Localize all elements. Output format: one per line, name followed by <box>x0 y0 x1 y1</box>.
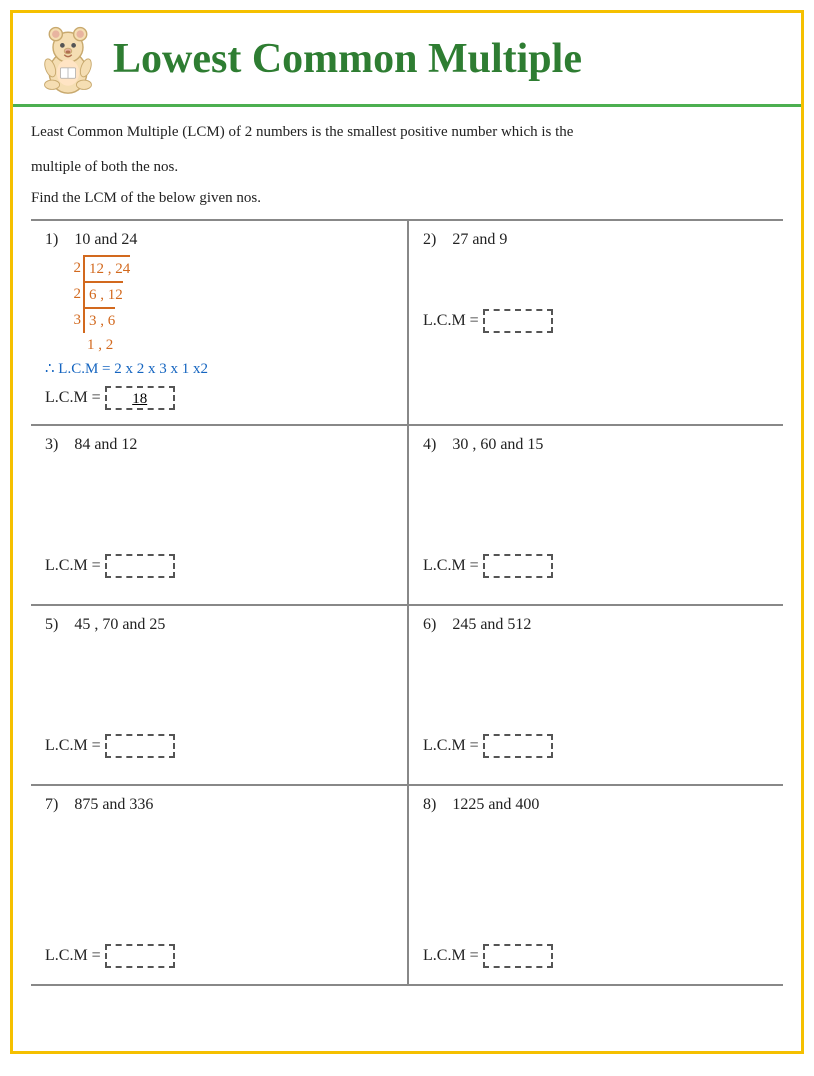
answer-box-3[interactable] <box>105 554 175 578</box>
problem-1-cell: 1) 10 and 24 2 12 , 24 2 6 , 12 3 <box>31 221 407 426</box>
problem-8-question: 1225 and 400 <box>452 796 539 813</box>
problem-2-answer-row: L.C.M = <box>423 309 769 333</box>
page-header: Lowest Common Multiple <box>13 13 801 107</box>
answer-box-4[interactable] <box>483 554 553 578</box>
answer-box-1[interactable]: 18 <box>105 386 175 410</box>
division-row-3: 3 3 , 6 <box>65 307 393 333</box>
problem-8-answer-row: L.C.M = <box>423 944 769 968</box>
lcm-label-7: L.C.M = <box>45 947 101 965</box>
answer-box-6[interactable] <box>483 734 553 758</box>
intro-line1: Least Common Multiple (LCM) of 2 numbers… <box>31 121 783 144</box>
lcm-label-6: L.C.M = <box>423 737 479 755</box>
page-title: Lowest Common Multiple <box>113 35 582 83</box>
problem-4-question: 30 , 60 and 15 <box>452 436 543 453</box>
division-row-4: 1 , 2 <box>65 333 393 357</box>
page-container: Lowest Common Multiple Least Common Mult… <box>10 10 804 1054</box>
problem-7-number: 7) <box>45 796 58 813</box>
lcm-label-8: L.C.M = <box>423 947 479 965</box>
problem-6-cell: 6) 245 and 512 L.C.M = <box>407 606 783 786</box>
page-content: Least Common Multiple (LCM) of 2 numbers… <box>13 107 801 1000</box>
problem-4-number: 4) <box>423 436 436 453</box>
answer-box-2[interactable] <box>483 309 553 333</box>
problem-2-cell: 2) 27 and 9 L.C.M = <box>407 221 783 426</box>
problem-5-label: 5) 45 , 70 and 25 <box>45 616 393 634</box>
problem-7-label: 7) 875 and 336 <box>45 796 393 814</box>
problem-3-number: 3) <box>45 436 58 453</box>
answer-box-8[interactable] <box>483 944 553 968</box>
problem-7-answer-row: L.C.M = <box>45 944 393 968</box>
lcm-label-3: L.C.M = <box>45 557 101 575</box>
division-row-2: 2 6 , 12 <box>65 281 393 307</box>
problem-2-question: 27 and 9 <box>452 231 507 248</box>
find-instruction: Find the LCM of the below given nos. <box>31 190 783 207</box>
answer-box-7[interactable] <box>105 944 175 968</box>
lcm-label-1: L.C.M = <box>45 389 101 407</box>
problem-3-answer-row: L.C.M = <box>45 554 393 578</box>
problem-5-cell: 5) 45 , 70 and 25 L.C.M = <box>31 606 407 786</box>
lcm-label-4: L.C.M = <box>423 557 479 575</box>
problem-6-label: 6) 245 and 512 <box>423 616 769 634</box>
lcm-label-2: L.C.M = <box>423 312 479 330</box>
problem-4-answer-row: L.C.M = <box>423 554 769 578</box>
problem-5-answer-row: L.C.M = <box>45 734 393 758</box>
problem-6-number: 6) <box>423 616 436 633</box>
problem-3-label: 3) 84 and 12 <box>45 436 393 454</box>
division-steps: 2 12 , 24 2 6 , 12 3 3 , 6 1 , 2 <box>65 255 393 357</box>
problem-2-number: 2) <box>423 231 436 248</box>
problems-grid: 1) 10 and 24 2 12 , 24 2 6 , 12 3 <box>31 219 783 986</box>
answer-box-5[interactable] <box>105 734 175 758</box>
problem-3-question: 84 and 12 <box>74 436 137 453</box>
problem-8-cell: 8) 1225 and 400 L.C.M = <box>407 786 783 986</box>
division-row-1: 2 12 , 24 <box>65 255 393 281</box>
problem-6-answer-row: L.C.M = <box>423 734 769 758</box>
lcm-formula: ∴ L.C.M = 2 x 2 x 3 x 1 x2 <box>45 359 393 378</box>
problem-7-question: 875 and 336 <box>74 796 153 813</box>
problem-5-number: 5) <box>45 616 58 633</box>
problem-3-cell: 3) 84 and 12 L.C.M = <box>31 426 407 606</box>
problem-4-cell: 4) 30 , 60 and 15 L.C.M = <box>407 426 783 606</box>
problem-4-label: 4) 30 , 60 and 15 <box>423 436 769 454</box>
problem-5-question: 45 , 70 and 25 <box>74 616 165 633</box>
problem-8-label: 8) 1225 and 400 <box>423 796 769 814</box>
problem-1-number: 1) <box>45 231 58 248</box>
problem-1-answer-row: L.C.M = 18 <box>45 386 393 410</box>
problem-1-label: 1) 10 and 24 <box>45 231 393 249</box>
problem-1-question: 10 and 24 <box>74 231 137 248</box>
problem-8-number: 8) <box>423 796 436 813</box>
intro-line2: multiple of both the nos. <box>31 156 783 179</box>
bear-icon <box>33 21 103 96</box>
problem-2-label: 2) 27 and 9 <box>423 231 769 249</box>
problem-7-cell: 7) 875 and 336 L.C.M = <box>31 786 407 986</box>
lcm-label-5: L.C.M = <box>45 737 101 755</box>
problem-6-question: 245 and 512 <box>452 616 531 633</box>
